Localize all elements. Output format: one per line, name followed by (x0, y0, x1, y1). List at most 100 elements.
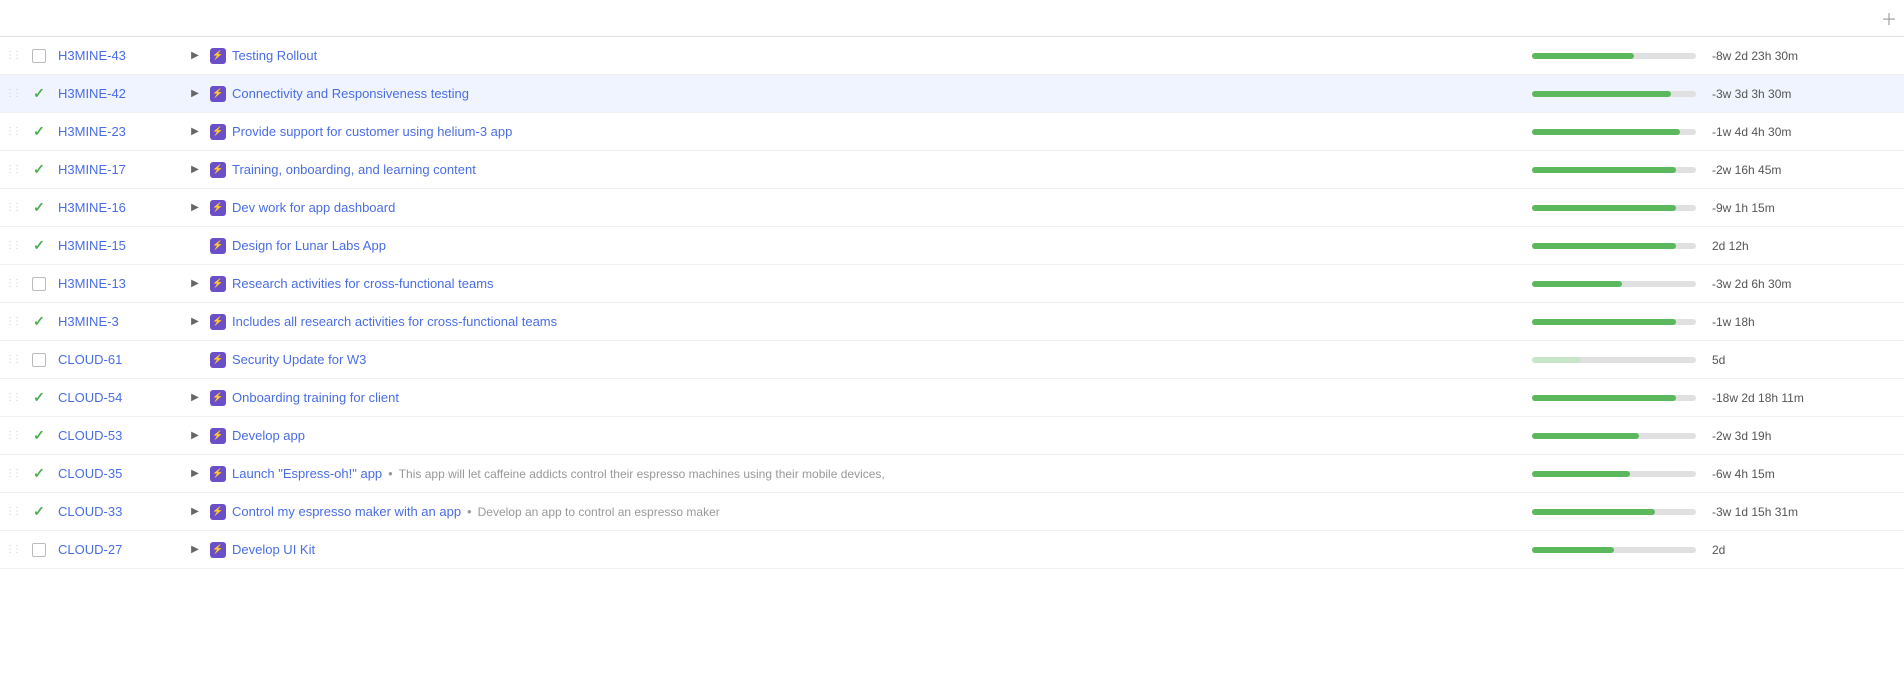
check-cell: ✓ (24, 123, 54, 140)
summary-cell: Training, onboarding, and learning conte… (206, 162, 1524, 178)
drag-handle[interactable] (0, 316, 24, 327)
drag-handle[interactable] (0, 278, 24, 289)
expand-button[interactable]: ▶ (189, 314, 201, 329)
function-time-cell: -6w 4h 15m (1704, 467, 1904, 481)
checkmark-icon: ✓ (33, 237, 45, 254)
drag-handle[interactable] (0, 126, 24, 137)
drag-handle[interactable] (0, 430, 24, 441)
issue-key-link[interactable]: H3MINE-13 (58, 276, 126, 291)
function-time-cell: 5d (1704, 353, 1904, 367)
task-type-icon (210, 542, 226, 558)
issue-key-link[interactable]: CLOUD-61 (58, 352, 122, 367)
issue-key-link[interactable]: H3MINE-43 (58, 48, 126, 63)
summary-text[interactable]: Training, onboarding, and learning conte… (232, 162, 476, 177)
expand-button[interactable]: ▶ (189, 390, 201, 405)
issue-key-link[interactable]: H3MINE-15 (58, 238, 126, 253)
progress-cell (1524, 509, 1704, 515)
summary-text[interactable]: Testing Rollout (232, 48, 317, 63)
checkbox[interactable] (32, 543, 46, 557)
summary-text[interactable]: Launch "Espress-oh!" app (232, 466, 382, 481)
summary-text[interactable]: Design for Lunar Labs App (232, 238, 386, 253)
drag-handle[interactable] (0, 354, 24, 365)
issue-key-link[interactable]: H3MINE-17 (58, 162, 126, 177)
function-time-cell: -3w 1d 15h 31m (1704, 505, 1904, 519)
drag-handle[interactable] (0, 544, 24, 555)
issue-key-link[interactable]: H3MINE-42 (58, 86, 126, 101)
expand-cell: ▶ (184, 428, 206, 443)
issue-key-link[interactable]: H3MINE-16 (58, 200, 126, 215)
drag-handle[interactable] (0, 164, 24, 175)
progress-bar-fill (1532, 547, 1614, 553)
summary-text[interactable]: Research activities for cross-functional… (232, 276, 494, 291)
summary-text[interactable]: Includes all research activities for cro… (232, 314, 557, 329)
table-row: H3MINE-43▶Testing Rollout-8w 2d 23h 30m (0, 37, 1904, 75)
expand-button[interactable]: ▶ (189, 124, 201, 139)
table-row: ✓H3MINE-17▶Training, onboarding, and lea… (0, 151, 1904, 189)
checkbox[interactable] (32, 49, 46, 63)
drag-handle[interactable] (0, 50, 24, 61)
checkbox[interactable] (32, 277, 46, 291)
table-row: H3MINE-13 ▶ Research activities for cross-… (0, 265, 1904, 303)
progress-cell (1524, 243, 1704, 249)
check-cell: ✓ (24, 85, 54, 102)
summary-text[interactable]: Connectivity and Responsiveness testing (232, 86, 469, 101)
summary-text[interactable]: Dev work for app dashboard (232, 200, 395, 215)
drag-handle[interactable] (0, 468, 24, 479)
progress-bar-background (1532, 205, 1696, 211)
drag-handle[interactable] (0, 88, 24, 99)
summary-cell: Security Update for W3 (206, 352, 1524, 368)
expand-button[interactable]: ▶ (189, 48, 201, 63)
progress-cell (1524, 471, 1704, 477)
progress-bar-background (1532, 509, 1696, 515)
expand-button[interactable]: ▶ (189, 200, 201, 215)
table-row: CLOUD-61 Security Update for W3 5d (0, 341, 1904, 379)
progress-bar-background (1532, 471, 1696, 477)
task-type-icon (210, 200, 226, 216)
checkbox[interactable] (32, 353, 46, 367)
expand-button[interactable]: ▶ (189, 504, 201, 519)
key-cell: H3MINE-23 (54, 124, 184, 139)
progress-bar-background (1532, 53, 1696, 59)
issue-key-link[interactable]: CLOUD-54 (58, 390, 122, 405)
table-row: ✓H3MINE-15Design for Lunar Labs App2d 12… (0, 227, 1904, 265)
drag-handle[interactable] (0, 506, 24, 517)
summary-text[interactable]: Security Update for W3 (232, 352, 366, 367)
summary-text[interactable]: Develop app (232, 428, 305, 443)
drag-handle[interactable] (0, 202, 24, 213)
expand-button[interactable]: ▶ (189, 542, 201, 557)
expand-button[interactable]: ▶ (189, 86, 201, 101)
summary-text[interactable]: Control my espresso maker with an app (232, 504, 461, 519)
expand-cell: ▶ (184, 542, 206, 557)
table-row: ✓H3MINE-16▶Dev work for app dashboard-9w… (0, 189, 1904, 227)
progress-bar-background (1532, 395, 1696, 401)
expand-button[interactable]: ▶ (189, 276, 201, 291)
expand-cell: ▶ (184, 314, 206, 329)
expand-button[interactable]: ▶ (189, 466, 201, 481)
table-row: ✓ CLOUD-54 ▶ Onboarding training for client… (0, 379, 1904, 417)
desc-separator: • (467, 504, 472, 519)
add-column-button[interactable]: ＋ (1874, 6, 1904, 30)
summary-text[interactable]: Provide support for customer using heliu… (232, 124, 512, 139)
checkmark-icon: ✓ (33, 389, 45, 406)
issue-key-link[interactable]: H3MINE-3 (58, 314, 119, 329)
summary-cell: Connectivity and Responsiveness testing (206, 86, 1524, 102)
issue-key-link[interactable]: CLOUD-53 (58, 428, 122, 443)
issue-key-link[interactable]: H3MINE-23 (58, 124, 126, 139)
check-cell: ✓ (24, 427, 54, 444)
summary-text[interactable]: Onboarding training for client (232, 390, 399, 405)
key-cell: CLOUD-33 (54, 504, 184, 519)
summary-cell: Onboarding training for client (206, 390, 1524, 406)
key-cell: H3MINE-42 (54, 86, 184, 101)
function-time-cell: -2w 16h 45m (1704, 163, 1904, 177)
summary-text[interactable]: Develop UI Kit (232, 542, 315, 557)
summary-cell: Control my espresso maker with an app • … (206, 504, 1524, 520)
expand-button[interactable]: ▶ (189, 428, 201, 443)
expand-button[interactable]: ▶ (189, 162, 201, 177)
drag-handle[interactable] (0, 392, 24, 403)
issue-key-link[interactable]: CLOUD-33 (58, 504, 122, 519)
drag-handle[interactable] (0, 240, 24, 251)
summary-cell: Dev work for app dashboard (206, 200, 1524, 216)
issue-key-link[interactable]: CLOUD-27 (58, 542, 122, 557)
issue-key-link[interactable]: CLOUD-35 (58, 466, 122, 481)
key-cell: H3MINE-16 (54, 200, 184, 215)
